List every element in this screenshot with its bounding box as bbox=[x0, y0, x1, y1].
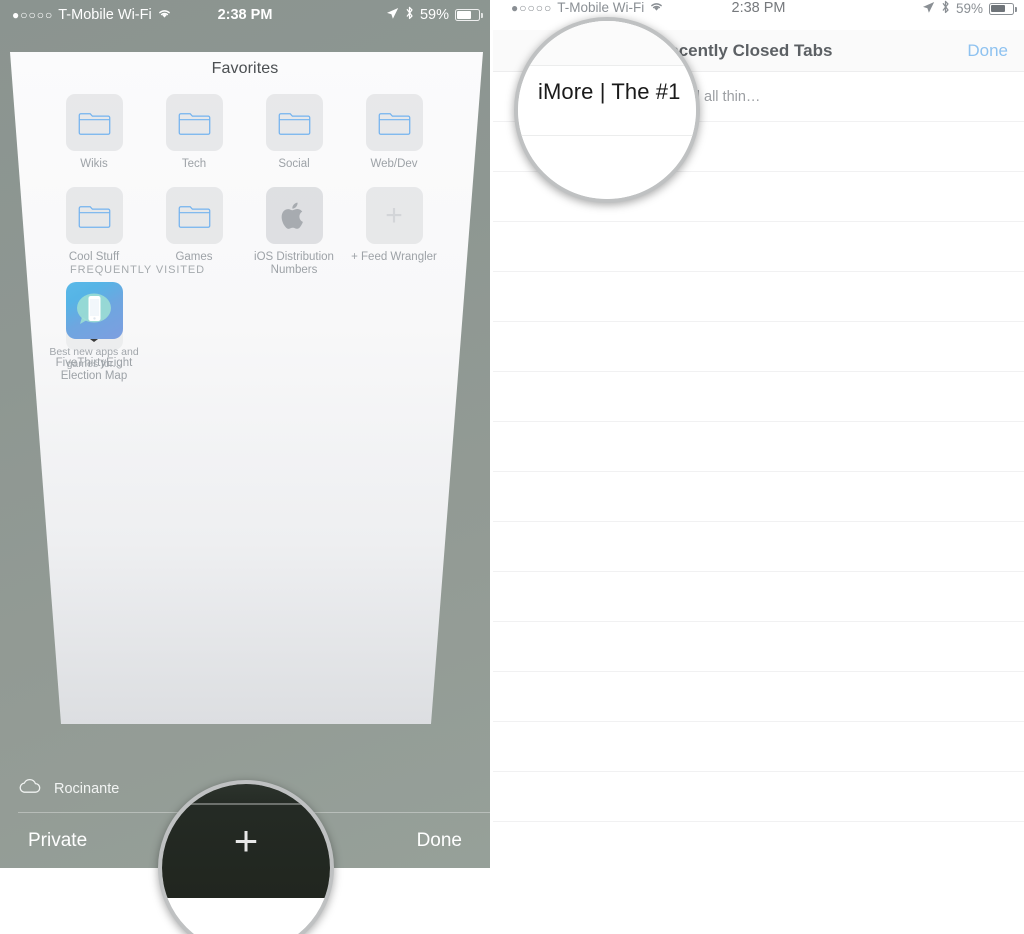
battery-percent-label: 59% bbox=[419, 7, 449, 23]
bluetooth-icon bbox=[405, 6, 414, 24]
favorite-item-social[interactable]: Social bbox=[244, 94, 344, 171]
plus-tile: + bbox=[365, 187, 423, 244]
list-item[interactable] bbox=[493, 422, 1024, 472]
folder-icon bbox=[78, 113, 110, 135]
favorite-label: Wikis bbox=[80, 158, 108, 170]
magnifier-callout-top: iMore | The #1 bbox=[514, 17, 700, 203]
list-item[interactable] bbox=[493, 272, 1024, 322]
favorite-label: Web/Dev bbox=[370, 158, 418, 170]
status-right-group: 59% bbox=[386, 6, 483, 24]
folder-tile bbox=[165, 94, 223, 151]
favorite-item-ios-distribution[interactable]: iOS Distribution Numbers bbox=[244, 187, 344, 277]
favorite-item-webdev[interactable]: Web/Dev bbox=[344, 94, 444, 171]
favorites-card-wrapper: Favorites Wikis Tech Social Web/Dev Cool… bbox=[0, 46, 490, 736]
left-phone-screen: ●○○○○ T-Mobile Wi-Fi 2:38 PM 59% Favorit… bbox=[0, 0, 490, 868]
location-arrow-icon bbox=[386, 7, 399, 24]
magnified-tab-title: iMore | The #1 bbox=[538, 79, 681, 104]
favorite-item-feed-wrangler[interactable]: + + Feed Wrangler bbox=[344, 187, 444, 277]
favorite-label: iOS Distribution Numbers bbox=[254, 251, 334, 276]
folder-tile bbox=[65, 187, 123, 244]
folder-icon bbox=[278, 113, 310, 135]
folder-icon bbox=[378, 113, 410, 135]
list-item[interactable] bbox=[493, 222, 1024, 272]
favorites-title: Favorites bbox=[211, 60, 279, 77]
favorites-card[interactable]: Favorites Wikis Tech Social Web/Dev Cool… bbox=[10, 52, 483, 724]
magnifier-separator bbox=[518, 135, 696, 136]
battery-percent-label: 59% bbox=[955, 1, 983, 16]
apple-icon bbox=[281, 202, 303, 229]
magnified-plus-icon: + bbox=[233, 817, 259, 864]
frequently-visited-item[interactable]: Best new apps and games for... bbox=[44, 282, 144, 370]
bluetooth-icon bbox=[941, 0, 950, 17]
folder-tile bbox=[65, 94, 123, 151]
favorite-item-tech[interactable]: Tech bbox=[144, 94, 244, 171]
device-name-label: Rocinante bbox=[54, 780, 120, 797]
location-arrow-icon bbox=[922, 1, 935, 17]
magnifier-hairline bbox=[162, 803, 330, 805]
icloud-icon bbox=[18, 778, 41, 799]
frequently-visited-label: Best new apps and games for... bbox=[49, 346, 139, 370]
magnifier-callout-bottom: + bbox=[158, 780, 334, 934]
done-button[interactable]: Done bbox=[967, 41, 1008, 61]
list-item[interactable] bbox=[493, 372, 1024, 422]
list-item[interactable] bbox=[493, 472, 1024, 522]
favorite-label: Cool Stuff bbox=[68, 251, 120, 263]
folder-icon bbox=[178, 206, 210, 228]
favorites-row: Wikis Tech Social Web/Dev bbox=[44, 94, 444, 171]
screenshot-root: ●○○○○ T-Mobile Wi-Fi 2:38 PM 59% Favorit… bbox=[0, 0, 1024, 934]
folder-tile bbox=[265, 94, 323, 151]
folder-icon bbox=[178, 113, 210, 135]
folder-tile bbox=[165, 187, 223, 244]
magnifier-top-band bbox=[518, 21, 696, 65]
favorite-label: + Feed Wrangler bbox=[351, 251, 437, 263]
folder-icon bbox=[78, 206, 110, 228]
list-item[interactable] bbox=[493, 572, 1024, 622]
apple-tile bbox=[265, 187, 323, 244]
app-store-phone-tile bbox=[66, 282, 123, 339]
magnifier-separator bbox=[518, 65, 696, 66]
favorite-label: Games bbox=[175, 251, 213, 263]
favorite-item-wikis[interactable]: Wikis bbox=[44, 94, 144, 171]
list-item[interactable] bbox=[493, 322, 1024, 372]
list-item[interactable] bbox=[493, 772, 1024, 822]
favorite-label: Tech bbox=[181, 158, 207, 170]
app-store-phone-icon bbox=[77, 293, 111, 324]
plus-icon: + bbox=[385, 198, 403, 232]
status-right-group: 59% bbox=[922, 0, 1017, 17]
list-item[interactable] bbox=[493, 622, 1024, 672]
battery-icon bbox=[989, 2, 1017, 15]
list-item[interactable] bbox=[493, 722, 1024, 772]
battery-icon bbox=[455, 9, 483, 21]
list-item[interactable] bbox=[493, 522, 1024, 572]
frequently-visited-header: FREQUENTLY VISITED bbox=[70, 264, 205, 276]
favorite-label: Social bbox=[278, 158, 310, 170]
left-status-bar: ●○○○○ T-Mobile Wi-Fi 2:38 PM 59% bbox=[0, 0, 490, 30]
magnifier-content: iMore | The #1 bbox=[518, 21, 696, 199]
list-item[interactable] bbox=[493, 672, 1024, 722]
magnifier-white-region bbox=[162, 898, 330, 934]
folder-tile bbox=[365, 94, 423, 151]
